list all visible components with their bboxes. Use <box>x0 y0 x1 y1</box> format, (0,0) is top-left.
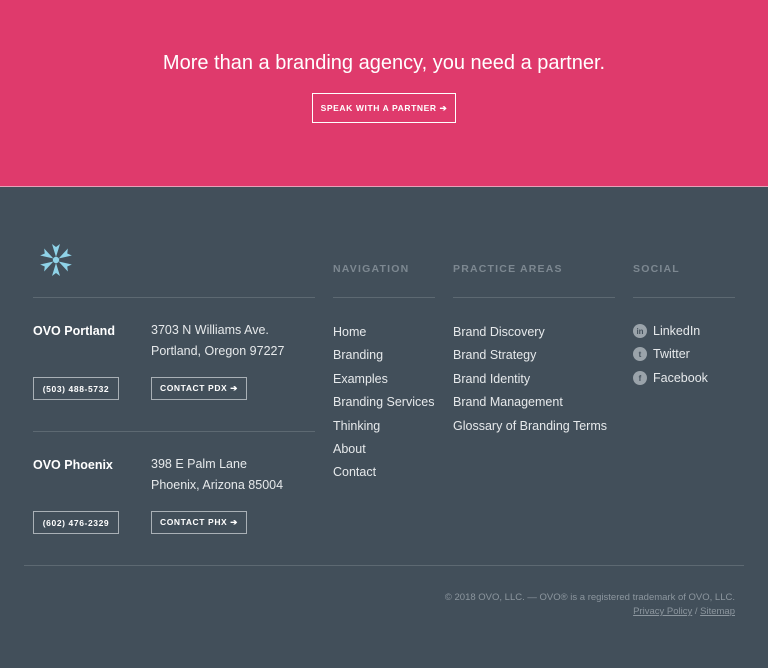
practice-link-brand-identity[interactable]: Brand Identity <box>453 368 607 391</box>
offices-divider <box>33 297 315 298</box>
cta-banner: More than a branding agency, you need a … <box>0 0 768 186</box>
practice-link-glossary[interactable]: Glossary of Branding Terms <box>453 415 607 438</box>
ovo-logo-icon[interactable] <box>38 242 74 278</box>
nav-link-branding[interactable]: Branding <box>333 344 434 367</box>
address-line2-phoenix: Phoenix, Arizona 85004 <box>151 478 284 492</box>
practice-areas-heading: PRACTICE AREAS <box>453 263 563 275</box>
office-separator <box>33 431 315 432</box>
nav-link-home[interactable]: Home <box>333 321 434 344</box>
facebook-icon: f <box>633 371 647 385</box>
social-link-linkedin[interactable]: in LinkedIn <box>633 324 700 338</box>
office-name-phoenix: OVO Phoenix <box>33 458 113 472</box>
nav-link-thinking[interactable]: Thinking <box>333 415 434 438</box>
cta-headline: More than a branding agency, you need a … <box>162 52 606 74</box>
social-link-twitter[interactable]: t Twitter <box>633 347 690 361</box>
social-label: LinkedIn <box>653 324 701 338</box>
address-line1-phoenix: 398 E Palm Lane <box>151 457 247 471</box>
nav-link-examples[interactable]: Examples <box>333 368 434 391</box>
office-name-portland: OVO Portland <box>33 324 115 338</box>
copyright-text: © 2018 OVO, LLC. — OVO® is a registered … <box>444 592 735 603</box>
address-line1-portland: 3703 N Williams Ave. <box>151 323 269 337</box>
practice-divider <box>453 297 615 298</box>
navigation-divider <box>333 297 435 298</box>
sitemap-link[interactable]: Sitemap <box>700 606 735 617</box>
address-line2-portland: Portland, Oregon 97227 <box>151 344 285 358</box>
twitter-icon: t <box>633 347 647 361</box>
social-divider <box>633 297 735 298</box>
practice-link-brand-strategy[interactable]: Brand Strategy <box>453 344 607 367</box>
nav-link-about[interactable]: About <box>333 438 434 461</box>
linkedin-icon: in <box>633 324 647 338</box>
phone-button-phoenix[interactable]: (602) 476-2329 <box>33 511 119 534</box>
nav-link-branding-services[interactable]: Branding Services <box>333 391 434 414</box>
contact-phx-button[interactable]: CONTACT PHX ➔ <box>151 511 247 534</box>
social-link-facebook[interactable]: f Facebook <box>633 371 708 385</box>
legal-separator: / <box>694 606 698 617</box>
navigation-heading: NAVIGATION <box>333 263 410 275</box>
footer-bottom-divider <box>24 565 744 566</box>
practice-link-brand-management[interactable]: Brand Management <box>453 391 607 414</box>
social-heading: SOCIAL <box>633 263 680 275</box>
phone-button-portland[interactable]: (503) 488-5732 <box>33 377 119 400</box>
legal-links: Privacy Policy / Sitemap <box>633 606 735 617</box>
privacy-policy-link[interactable]: Privacy Policy <box>633 606 692 617</box>
navigation-list: Home Branding Examples Branding Services… <box>333 321 434 485</box>
contact-pdx-button[interactable]: CONTACT PDX ➔ <box>151 377 247 400</box>
speak-with-partner-button[interactable]: SPEAK WITH A PARTNER ➔ <box>312 93 456 123</box>
nav-link-contact[interactable]: Contact <box>333 461 434 484</box>
social-label: Facebook <box>653 371 708 385</box>
practice-areas-list: Brand Discovery Brand Strategy Brand Ide… <box>453 321 607 438</box>
practice-link-brand-discovery[interactable]: Brand Discovery <box>453 321 607 344</box>
social-label: Twitter <box>653 347 690 361</box>
